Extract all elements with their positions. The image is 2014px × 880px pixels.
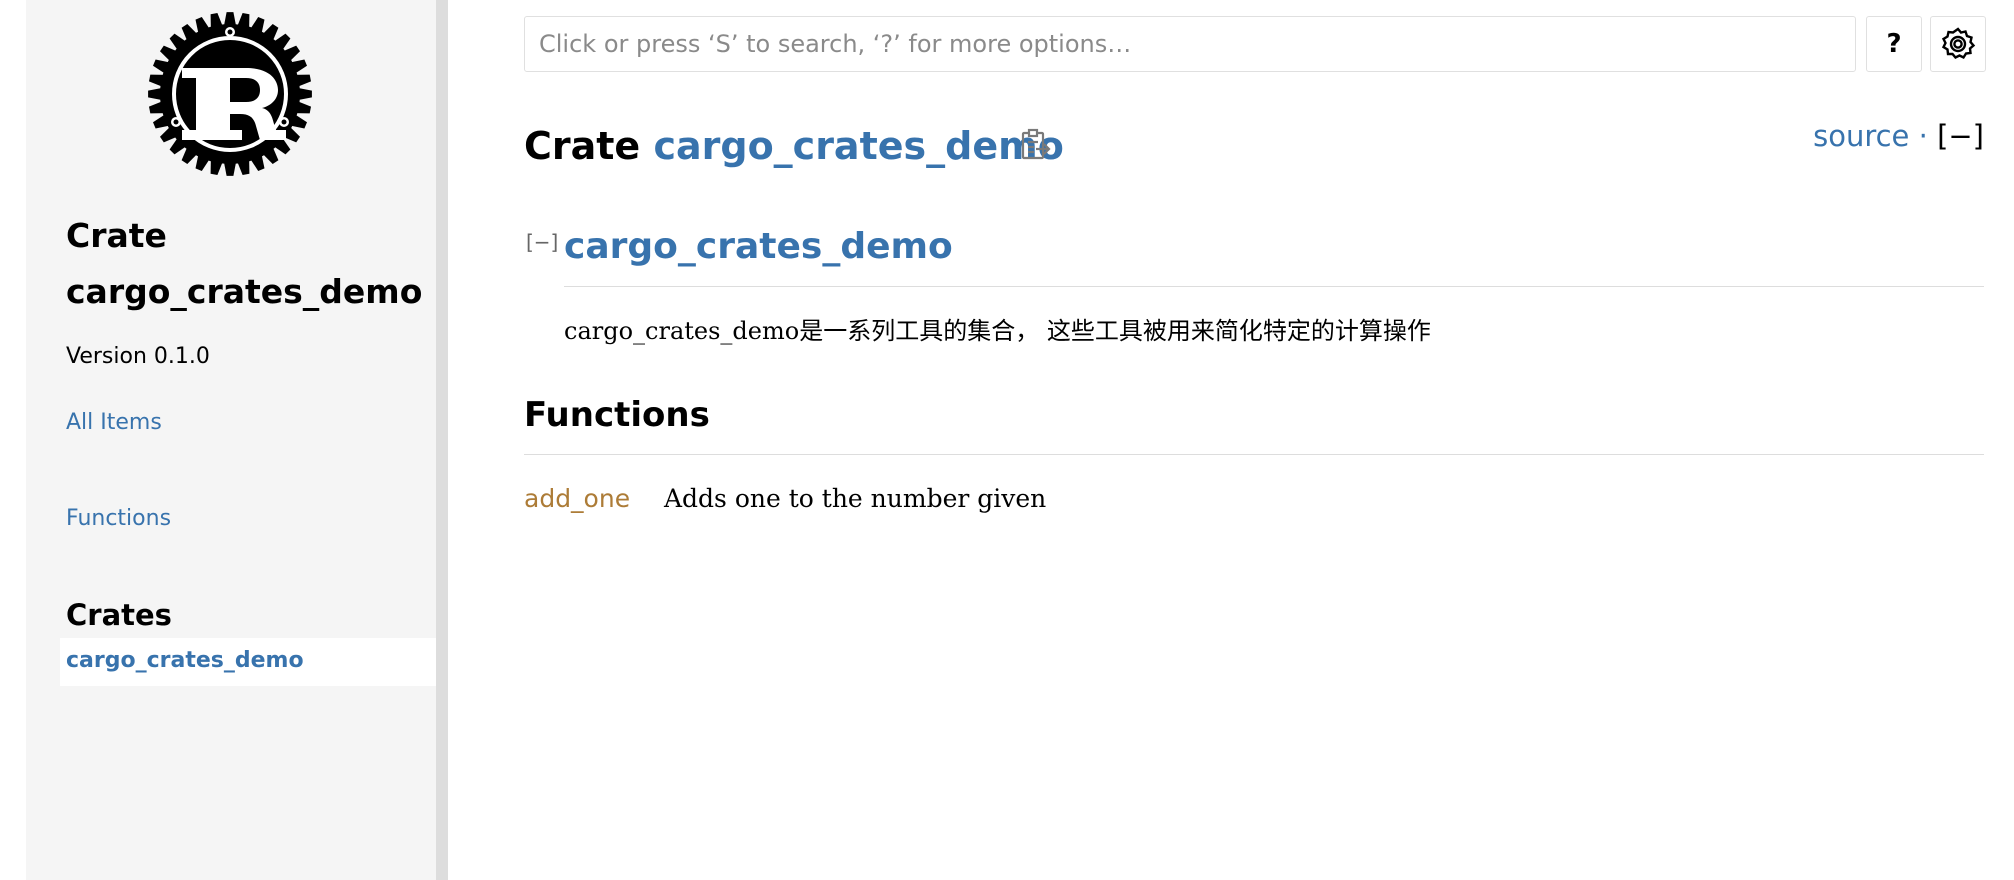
- docblock-divider: [564, 286, 1984, 287]
- docblock-collapse-toggle[interactable]: [−]: [526, 230, 558, 254]
- page-title: Crate cargo_crates_demo: [524, 118, 1064, 174]
- sidebar-item-current-crate[interactable]: cargo_crates_demo: [60, 638, 436, 686]
- separator-dot: ·: [1918, 119, 1928, 153]
- search-input[interactable]: [524, 16, 1856, 72]
- page: Crate cargo_crates_demo Version 0.1.0 Al…: [0, 0, 2014, 880]
- help-button[interactable]: ?: [1866, 16, 1922, 72]
- page-title-kind: Crate: [524, 124, 641, 168]
- clipboard-icon[interactable]: [1020, 128, 1052, 162]
- sidebar-all-items-link[interactable]: All Items: [66, 408, 162, 438]
- gear-icon: [1941, 27, 1976, 60]
- sidebar-current-crate-label[interactable]: cargo_crates_demo: [66, 646, 304, 676]
- sidebar-functions-link[interactable]: Functions: [66, 504, 171, 534]
- source-link[interactable]: source: [1813, 119, 1909, 153]
- toggle-all-docs-button[interactable]: [−]: [1937, 119, 1984, 153]
- sidebar-crates-heading: Crates: [66, 598, 172, 632]
- out-of-band-links: source · [−]: [1813, 118, 1984, 154]
- function-item-add-one[interactable]: add_one: [524, 482, 630, 516]
- sidebar-resizer[interactable]: [436, 0, 448, 880]
- sidebar-crate-title: Crate cargo_crates_demo: [66, 208, 426, 320]
- docblock-text: cargo_crates_demo是一系列工具的集合， 这些工具被用来简化特定的…: [564, 317, 1431, 345]
- docblock-heading[interactable]: cargo_crates_demo: [564, 222, 953, 272]
- functions-section-divider: [524, 454, 1984, 455]
- function-item-description: Adds one to the number given: [664, 484, 1047, 513]
- sidebar-crate-name: cargo_crates_demo: [66, 272, 423, 311]
- sidebar-crate-label: Crate: [66, 216, 167, 255]
- rust-logo-icon[interactable]: [146, 10, 314, 178]
- functions-section-heading: Functions: [524, 395, 710, 435]
- page-title-crate-link[interactable]: cargo_crates_demo: [653, 124, 1063, 168]
- settings-button[interactable]: [1930, 16, 1986, 72]
- sidebar-version: Version 0.1.0: [66, 344, 210, 369]
